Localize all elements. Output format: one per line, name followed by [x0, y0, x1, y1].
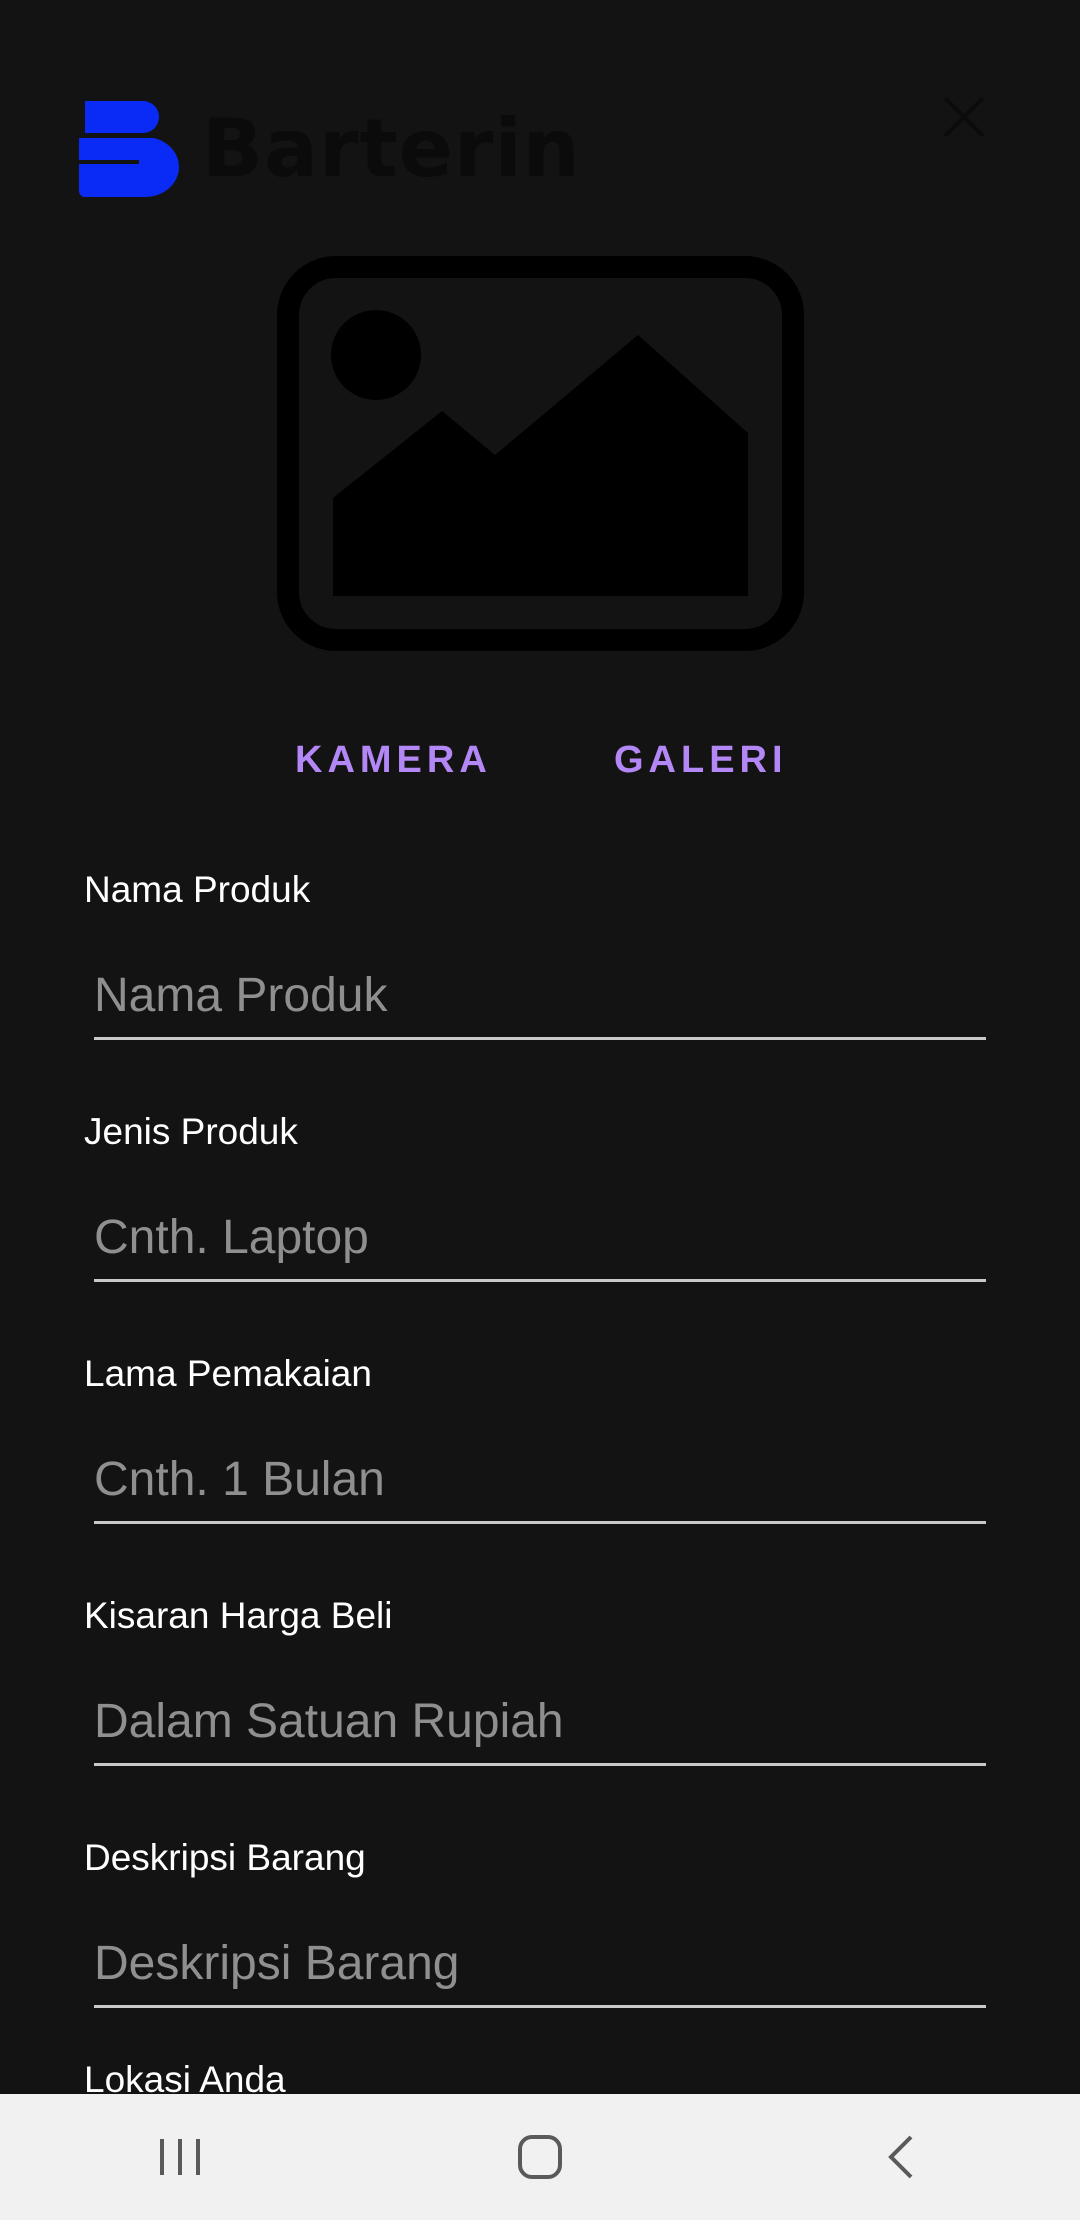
gallery-button[interactable]: GALERI	[614, 730, 788, 790]
app-name: Barterin	[202, 102, 581, 195]
barterin-logo-icon	[79, 101, 179, 197]
image-placeholder-icon	[277, 256, 804, 651]
purchase-price-input[interactable]	[94, 1686, 986, 1766]
location-label: Lokasi Anda	[84, 2059, 286, 2100]
usage-duration-input[interactable]	[94, 1444, 986, 1524]
back-button[interactable]	[840, 2107, 960, 2207]
product-name-input[interactable]	[94, 960, 986, 1040]
product-type-input[interactable]	[94, 1202, 986, 1282]
home-icon	[518, 2135, 562, 2179]
camera-button[interactable]: KAMERA	[295, 730, 492, 790]
recent-apps-button[interactable]	[120, 2107, 240, 2207]
add-product-screen: Barterin KAMERA GALERI Nama Produk Jenis…	[0, 0, 1080, 2220]
home-button[interactable]	[480, 2107, 600, 2207]
usage-duration-label: Lama Pemakaian	[84, 1353, 372, 1394]
close-icon[interactable]	[941, 94, 987, 140]
system-nav-bar	[0, 2094, 1080, 2220]
purchase-price-label: Kisaran Harga Beli	[84, 1595, 393, 1636]
product-type-label: Jenis Produk	[84, 1111, 298, 1152]
back-icon	[888, 2135, 913, 2179]
item-description-label: Deskripsi Barang	[84, 1837, 366, 1878]
item-description-input[interactable]	[94, 1928, 986, 2008]
recent-apps-icon	[160, 2139, 200, 2175]
product-name-label: Nama Produk	[84, 869, 311, 910]
app-logo: Barterin	[79, 101, 581, 197]
